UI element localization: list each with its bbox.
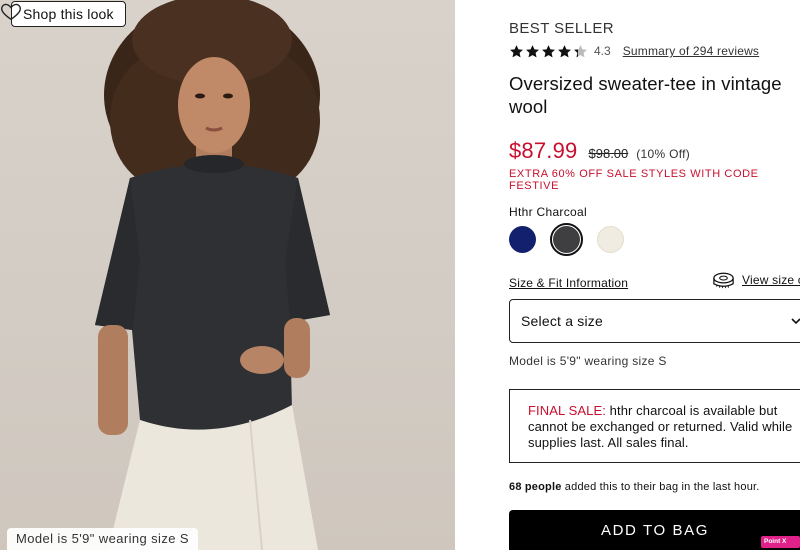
product-title: Oversized sweater-tee in vintage wool [509,73,782,117]
view-size-chart-label: View size ch [742,273,800,287]
model-illustration [95,0,330,550]
final-sale-label: FINAL SALE: [528,403,606,418]
price-row: $87.99 $98.00 (10% Off) [509,138,690,164]
size-select-placeholder: Select a size [521,313,603,329]
shop-this-look-button[interactable]: Shop this look [11,1,126,27]
star-icon [526,44,539,57]
final-sale-notice: FINAL SALE: hthr charcoal is available b… [509,389,800,463]
star-icon [558,44,571,57]
product-photo: Shop this look Model is 5'9" wearing siz… [0,0,455,550]
reviews-summary-link[interactable]: Summary of 294 reviews [623,44,759,58]
swatch-charcoal[interactable] [550,223,583,256]
product-details: BEST SELLER 4.3 Summary of 294 reviews O… [509,0,800,550]
tape-measure-icon [713,272,734,289]
size-select[interactable]: Select a size [509,299,800,343]
view-size-chart-link[interactable]: View size ch [711,271,800,289]
star-icon [510,44,523,57]
model-size-note: Model is 5'9" wearing size S [509,354,667,368]
chevron-down-icon [791,318,800,325]
bag-activity-note: 68 people added this to their bag in the… [509,481,760,493]
best-seller-badge: BEST SELLER [509,20,615,37]
point-x-ute-badge[interactable]: Point X Ute [761,536,800,548]
original-price: $98.00 [588,146,629,161]
swatch-navy[interactable] [509,226,536,253]
promo-message: EXTRA 60% OFF SALE STYLES WITH CODE FEST… [509,168,759,192]
star-rating [509,44,588,59]
bag-activity-text: added this to their bag in the last hour… [561,481,760,493]
selected-color-name: Hthr Charcoal [509,205,587,219]
color-swatches [509,223,624,256]
model-size-caption: Model is 5'9" wearing size S [7,528,198,550]
discount-percent: (10% Off) [636,147,691,161]
star-icon [542,44,555,57]
half-star-icon [574,44,587,57]
heart-icon[interactable] [0,0,22,22]
rating-value: 4.3 [594,44,611,58]
size-fit-link[interactable]: Size & Fit Information [509,276,628,290]
swatch-ivory[interactable] [597,226,624,253]
bag-activity-count: 68 people [509,481,562,493]
sale-price: $87.99 [509,138,578,163]
rating-row: 4.3 Summary of 294 reviews [509,42,759,60]
add-to-bag-button[interactable]: ADD TO BAG [509,510,800,550]
